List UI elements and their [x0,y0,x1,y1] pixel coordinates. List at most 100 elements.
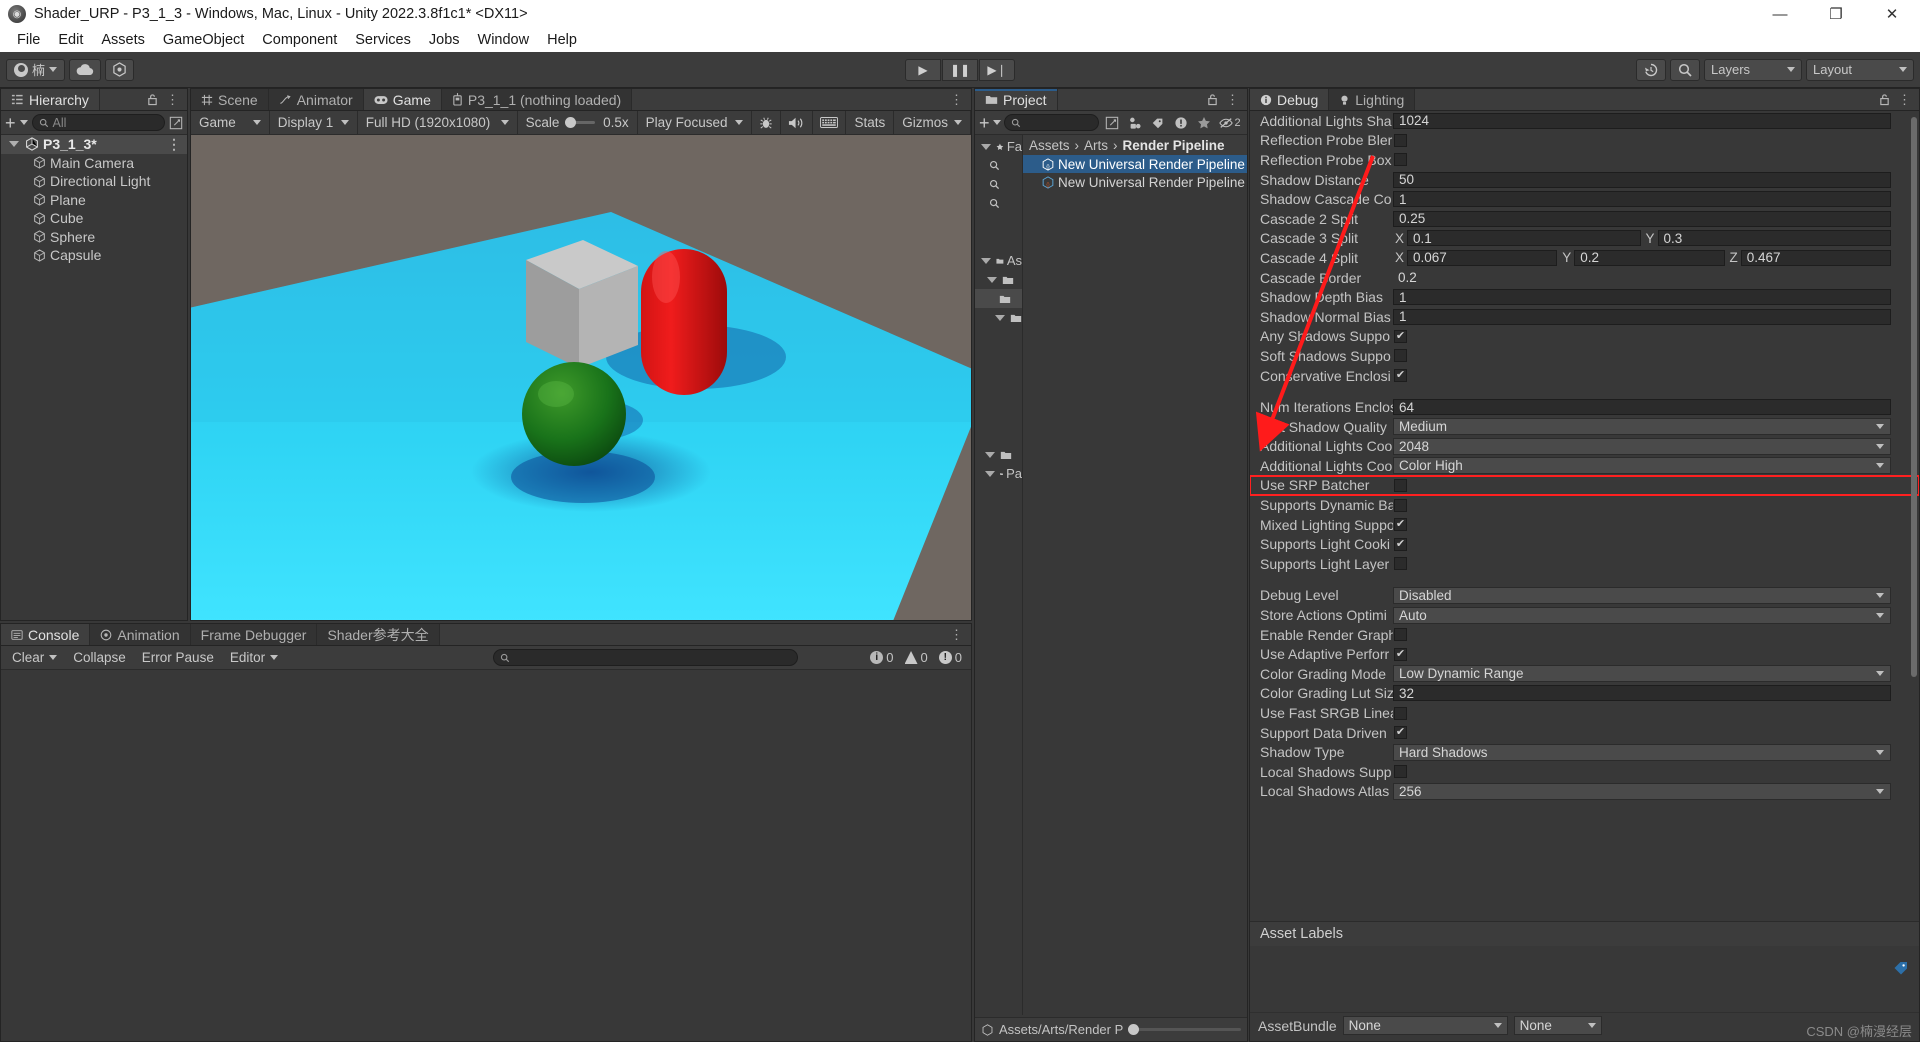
property-row[interactable]: Additional Lights Coo Color High [1250,456,1919,476]
hierarchy-item-main-camera[interactable]: Main Camera [1,154,187,173]
tag-icon[interactable] [1893,960,1909,976]
menu-item-component[interactable]: Component [253,28,346,52]
property-row[interactable]: Shadow Cascade Co 1 [1250,189,1919,209]
filter-favorite-icon[interactable] [1194,114,1214,132]
property-row[interactable]: Enable Render Graph [1250,625,1919,645]
tab-animation[interactable]: Animation [90,624,191,645]
menu-item-help[interactable]: Help [538,28,586,52]
tab-frame-debugger[interactable]: Frame Debugger [190,624,318,645]
lock-icon[interactable] [147,93,158,106]
hierarchy-item-cube[interactable]: Cube [1,209,187,228]
property-dropdown[interactable]: Auto [1393,606,1891,624]
project-tree-packages[interactable]: Pa [975,464,1022,483]
property-checkbox[interactable]: ✔ [1394,647,1407,661]
kebab-menu-icon[interactable]: ⋮ [1898,92,1911,108]
tab-project[interactable]: Project [975,89,1058,110]
tab-scene[interactable]: Scene [191,89,269,110]
editor-dropdown[interactable]: Editor [224,648,284,667]
project-tree-folder-2[interactable] [975,289,1022,308]
filter-label-icon[interactable] [1148,114,1168,132]
lock-icon[interactable] [1879,93,1890,106]
property-dropdown[interactable]: Medium [1393,418,1891,436]
property-row[interactable]: Reflection Probe Box [1250,150,1919,170]
game-mode-dropdown[interactable]: Game [191,111,270,134]
property-row[interactable]: Support Data Driven ✔ [1250,723,1919,743]
kebab-menu-icon[interactable]: ⋮ [166,92,179,108]
project-tree-assets[interactable]: As [975,251,1022,270]
hierarchy-item-scene[interactable]: P3_1_3* ⋮ [1,135,187,154]
scale-slider[interactable] [565,117,596,128]
property-row[interactable]: Use Fast SRGB Linea [1250,703,1919,723]
minimize-button[interactable]: — [1752,0,1808,28]
resolution-dropdown[interactable]: Full HD (1920x1080) [358,111,518,134]
property-row[interactable]: Cascade 3 Split X 0.1 Y 0.3 [1250,229,1919,249]
property-text-field[interactable]: 50 [1393,171,1891,188]
property-row[interactable]: Shadow Type Hard Shadows [1250,742,1919,762]
project-tree-folder-4[interactable] [975,445,1022,464]
menu-item-services[interactable]: Services [346,28,420,52]
property-row[interactable]: Color Grading Lut Siz 32 [1250,684,1919,704]
clear-button[interactable]: Clear [6,648,63,667]
console-search-input[interactable] [493,649,799,666]
tab-debug[interactable]: Debug [1250,89,1330,110]
layers-dropdown[interactable]: Layers [1704,58,1802,81]
hidden-assets-toggle[interactable]: 2 [1217,114,1243,132]
property-checkbox[interactable] [1394,153,1407,167]
property-text-field[interactable]: 0.25 [1393,210,1891,227]
tab-hierarchy[interactable]: Hierarchy [1,89,100,110]
hierarchy-item-plane[interactable]: Plane [1,191,187,210]
vector-axis-input[interactable]: 0.067 [1407,249,1558,266]
property-checkbox[interactable] [1394,628,1407,642]
asset-row-selected[interactable]: {} New Universal Render Pipeline [1023,155,1247,173]
project-search-input[interactable] [1003,114,1099,131]
property-row[interactable]: Mixed Lighting Suppo ✔ [1250,515,1919,535]
inspector-property-list[interactable]: Additional Lights Sha 1024 Reflection Prob… [1250,111,1919,921]
filter-warning-icon[interactable] [1171,114,1191,132]
expand-search-icon[interactable] [169,116,183,130]
thumbnail-size-handle[interactable] [1128,1024,1140,1035]
chevron-down-icon[interactable] [992,120,1001,125]
property-dropdown[interactable]: Disabled [1393,586,1891,604]
warning-count[interactable]: 0 [901,650,932,665]
property-text-field[interactable]: 32 [1393,685,1891,702]
project-tree-saved-search-1[interactable] [975,156,1022,175]
kebab-menu-icon[interactable]: ⋮ [1226,92,1239,108]
frame-debug-button[interactable] [813,111,847,134]
menu-item-gameobject[interactable]: GameObject [154,28,253,52]
property-checkbox[interactable] [1394,557,1407,571]
menu-item-window[interactable]: Window [469,28,539,52]
asset-row[interactable]: {} New Universal Render Pipeline [1023,173,1247,191]
kebab-menu-icon[interactable]: ⋮ [167,136,187,153]
mute-audio-button[interactable] [781,111,814,134]
cloud-button[interactable] [69,58,102,81]
tab-console[interactable]: Console [1,624,91,645]
property-row[interactable]: Soft Shadows Suppo [1250,346,1919,366]
assetbundle-dropdown[interactable]: None [1342,1016,1508,1035]
property-dropdown[interactable]: Color High [1393,457,1891,475]
assetbundle-variant-dropdown[interactable]: None [1513,1016,1602,1035]
property-row[interactable]: Debug Level Disabled [1250,586,1919,606]
property-checkbox[interactable]: ✔ [1394,537,1407,551]
log-count[interactable]: i 0 [866,650,897,665]
bug-button[interactable] [752,111,782,134]
property-row[interactable]: Cascade Border 0.2 [1250,268,1919,288]
chevron-down-icon[interactable] [9,141,19,148]
scale-slider-handle[interactable] [565,117,577,128]
tab-game[interactable]: Game [363,89,442,110]
property-checkbox[interactable]: ✔ [1394,726,1407,740]
maximize-button[interactable]: ❐ [1808,0,1864,28]
account-button[interactable]: 楠 [6,58,66,81]
tab-shader-reference[interactable]: Shader参考大全 [317,624,440,645]
expand-search-icon[interactable] [1102,114,1122,132]
property-row[interactable]: Shadow Depth Bias 1 [1250,287,1919,307]
property-row[interactable]: Supports Light Cooki ✔ [1250,534,1919,554]
play-button[interactable]: ▶ [905,58,941,81]
property-row[interactable]: Shadow Distance 50 [1250,170,1919,190]
menu-item-file[interactable]: File [8,28,49,52]
property-row[interactable]: Any Shadows Suppo ✔ [1250,327,1919,347]
hierarchy-item-directional-light[interactable]: Directional Light [1,172,187,191]
project-tree-saved-search-3[interactable] [975,194,1022,213]
property-row[interactable]: Additional Lights Coo 2048 [1250,437,1919,457]
property-checkbox[interactable] [1394,765,1407,779]
property-row[interactable]: Supports Light Layer [1250,554,1919,574]
